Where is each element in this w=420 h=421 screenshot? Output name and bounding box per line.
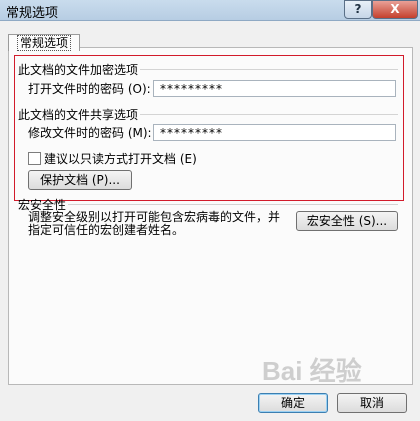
- sharing-divider: [140, 114, 398, 115]
- modify-password-input[interactable]: *********: [153, 124, 396, 141]
- tab-general-options[interactable]: 常规选项: [8, 34, 80, 51]
- title-bar: 常规选项 ? X: [0, 0, 420, 21]
- sharing-group-title: 此文档的文件共享选项: [18, 108, 139, 122]
- open-password-label: 打开文件时的密码 (O):: [28, 82, 151, 96]
- open-password-input[interactable]: *********: [153, 80, 396, 97]
- protect-document-button[interactable]: 保护文档 (P)...: [28, 170, 132, 190]
- macro-security-button[interactable]: 宏安全性 (S)...: [296, 211, 398, 231]
- encryption-divider: [140, 69, 398, 70]
- close-button[interactable]: X: [372, 0, 418, 19]
- ok-button[interactable]: 确定: [258, 393, 328, 413]
- watermark-text: Bai 经验: [262, 356, 362, 386]
- macro-description: 调整安全级别以打开可能包含宏病毒的文件，并指定可信任的宏创建者姓名。: [28, 210, 281, 237]
- readonly-checkbox[interactable]: [28, 152, 41, 165]
- baidu-watermark: Bai 经验: [262, 356, 362, 386]
- cancel-button[interactable]: 取消: [337, 393, 407, 413]
- encryption-group-title: 此文档的文件加密选项: [18, 63, 139, 77]
- window-title: 常规选项: [6, 6, 59, 21]
- modify-password-label: 修改文件时的密码 (M):: [28, 126, 152, 140]
- help-button[interactable]: ?: [344, 0, 372, 19]
- tab-label: 常规选项: [16, 35, 71, 51]
- readonly-label: 建议以只读方式打开文档 (E): [44, 152, 197, 166]
- macro-divider: [68, 204, 398, 205]
